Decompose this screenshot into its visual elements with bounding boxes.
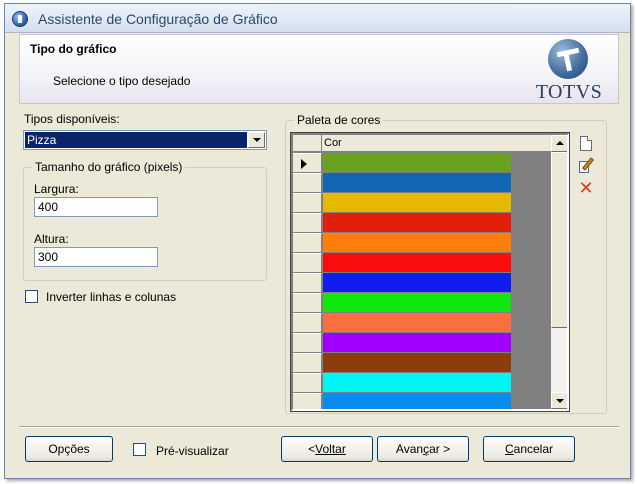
palette-row[interactable]: [293, 273, 511, 293]
size-groupbox: Tamanho do gráfico (pixels) Largura: 400…: [23, 160, 267, 281]
chart-types-label: Tipos disponíveis:: [24, 112, 120, 126]
chart-type-select[interactable]: Pizza: [23, 130, 267, 150]
size-group-legend: Tamanho do gráfico (pixels): [32, 160, 186, 174]
step-title: Tipo do gráfico: [30, 42, 117, 56]
row-header[interactable]: [293, 393, 322, 409]
palette-row[interactable]: [293, 253, 511, 273]
grid-header: Cor: [293, 135, 553, 152]
wizard-header: Tipo do gráfico Selecione o tipo desejad…: [19, 34, 619, 104]
palette-row[interactable]: [293, 293, 511, 313]
new-document-icon: [580, 136, 592, 151]
window-title: Assistente de Configuração de Gráfico: [38, 11, 278, 27]
wizard-window: Assistente de Configuração de Gráfico Ti…: [4, 3, 631, 479]
color-swatch[interactable]: [323, 233, 511, 253]
palette-row[interactable]: [293, 153, 511, 173]
row-header[interactable]: [293, 353, 322, 373]
title-bar[interactable]: Assistente de Configuração de Gráfico: [5, 4, 630, 33]
row-header[interactable]: [293, 293, 322, 313]
color-swatch[interactable]: [323, 193, 511, 213]
footer-divider: [19, 426, 619, 428]
color-swatch[interactable]: [323, 213, 511, 233]
palette-row[interactable]: [293, 213, 511, 233]
scroll-thumb[interactable]: [551, 152, 567, 328]
row-header[interactable]: [293, 273, 322, 293]
step-subtitle: Selecione o tipo desejado: [53, 74, 191, 88]
width-input[interactable]: 400: [34, 197, 158, 217]
row-header[interactable]: [293, 213, 322, 233]
color-column-header[interactable]: Cor: [324, 137, 342, 149]
color-palette-grid[interactable]: Cor: [290, 132, 570, 412]
scroll-up-icon[interactable]: [551, 135, 567, 152]
invert-rows-columns-checkbox[interactable]: [25, 290, 38, 303]
height-label: Altura:: [34, 232, 69, 246]
app-icon: [12, 11, 28, 27]
palette-row[interactable]: [293, 333, 511, 353]
row-pointer-icon: [301, 159, 307, 169]
options-button[interactable]: Opções: [25, 436, 113, 462]
row-header[interactable]: [293, 373, 322, 393]
preview-checkbox[interactable]: [133, 443, 146, 456]
color-swatch[interactable]: [323, 273, 511, 293]
width-label: Largura:: [34, 182, 79, 196]
delete-icon: ✕: [578, 178, 594, 198]
next-button[interactable]: Avan ç ar >: [377, 436, 469, 462]
chart-type-selected-value: Pizza: [25, 132, 247, 148]
totvs-logo-mark: [548, 39, 588, 79]
height-input[interactable]: 300: [34, 247, 158, 267]
chevron-down-icon[interactable]: [248, 132, 265, 148]
color-swatch[interactable]: [323, 293, 511, 313]
palette-row[interactable]: [293, 193, 511, 213]
row-header[interactable]: [293, 173, 322, 193]
palette-row[interactable]: [293, 393, 511, 409]
vertical-scrollbar[interactable]: [551, 135, 567, 409]
color-swatch[interactable]: [323, 173, 511, 193]
palette-group-legend: Paleta de cores: [294, 113, 384, 127]
row-header[interactable]: [293, 193, 322, 213]
preview-label: Pré-visualizar: [156, 444, 229, 458]
delete-color-button[interactable]: ✕: [577, 179, 595, 197]
palette-row[interactable]: [293, 353, 511, 373]
row-header[interactable]: [293, 333, 322, 353]
palette-row[interactable]: [293, 313, 511, 333]
row-header[interactable]: [293, 153, 322, 173]
palette-row[interactable]: [293, 173, 511, 193]
scroll-down-icon[interactable]: [551, 392, 567, 409]
palette-row[interactable]: [293, 373, 511, 393]
color-swatch[interactable]: [323, 313, 511, 333]
new-color-button[interactable]: [577, 135, 595, 153]
row-header[interactable]: [293, 313, 322, 333]
color-swatch[interactable]: [323, 373, 511, 393]
color-swatch[interactable]: [323, 333, 511, 353]
cancel-button[interactable]: Cancelar: [483, 436, 575, 462]
palette-row[interactable]: [293, 233, 511, 253]
invert-rows-columns-label: Inverter linhas e colunas: [46, 290, 177, 304]
row-header[interactable]: [293, 253, 322, 273]
back-button[interactable]: < Voltar: [281, 436, 373, 462]
row-header[interactable]: [293, 233, 322, 253]
color-swatch[interactable]: [323, 353, 511, 373]
color-swatch[interactable]: [323, 153, 511, 173]
totvs-logo-text: TOTVS: [535, 81, 603, 103]
color-swatch[interactable]: [323, 393, 511, 409]
totvs-logo: TOTVS: [532, 37, 606, 103]
color-swatch[interactable]: [323, 253, 511, 273]
edit-color-button[interactable]: [577, 157, 595, 175]
